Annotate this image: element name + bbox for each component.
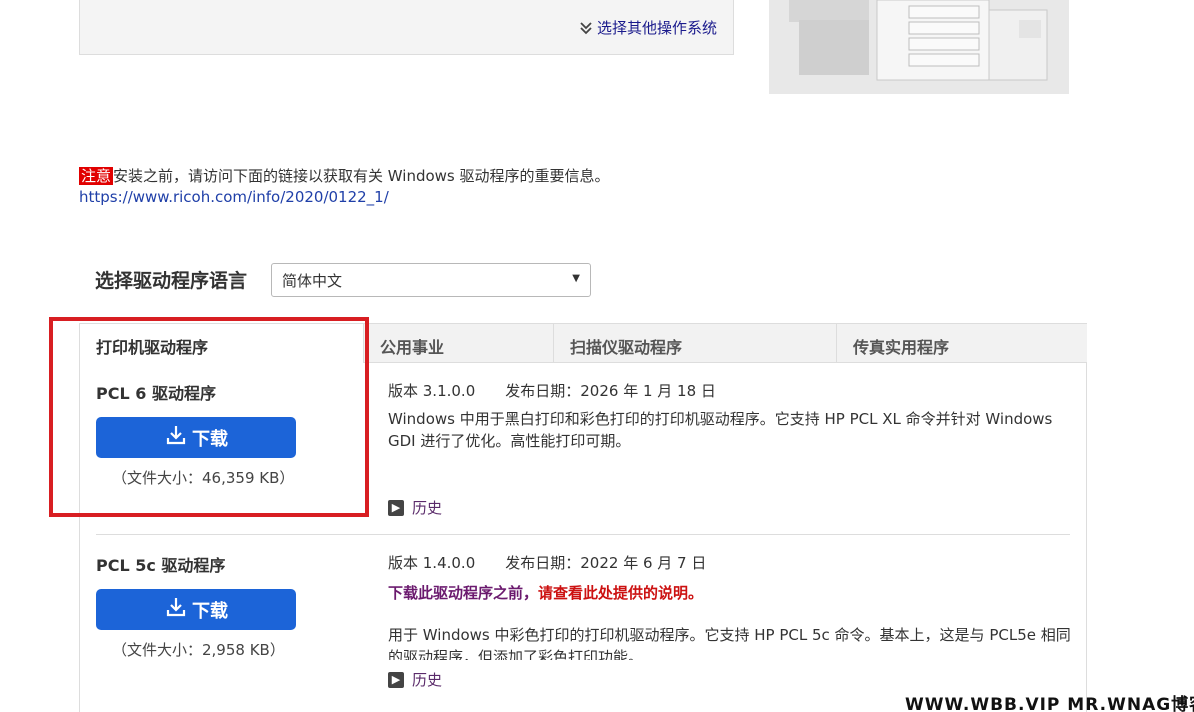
warning-part1: 下载此驱动程序之前， bbox=[388, 584, 539, 602]
notice-message: 安装之前，请访问下面的链接以获取有关 Windows 驱动程序的重要信息。 bbox=[113, 167, 610, 185]
dropdown-caret-icon: ▼ bbox=[572, 273, 580, 284]
driver-language-label: 选择驱动程序语言 bbox=[95, 270, 248, 292]
driver-version-info: 版本 3.1.0.0 发布日期：2026 年 1 月 18 日 bbox=[388, 380, 716, 401]
driver-version: 版本 3.1.0.0 bbox=[388, 382, 476, 400]
driver-description: 用于 Windows 中彩色打印的打印机驱动程序。它支持 HP PCL 5c 命… bbox=[388, 626, 1071, 660]
chevron-right-icon: ▶ bbox=[388, 499, 404, 516]
driver-warning[interactable]: 下载此驱动程序之前，请查看此处提供的说明。 bbox=[388, 582, 703, 603]
other-os-link[interactable]: 选择其他操作系统 bbox=[579, 17, 717, 38]
driver-description: Windows 中用于黑白打印和彩色打印的打印机驱动程序。它支持 HP PCL … bbox=[388, 410, 1053, 450]
release-date: 发布日期：2026 年 1 月 18 日 bbox=[505, 382, 716, 400]
driver-language-value: 简体中文 bbox=[282, 272, 343, 290]
driver-description-clip: 用于 Windows 中彩色打印的打印机驱动程序。它支持 HP PCL 5c 命… bbox=[388, 624, 1078, 660]
chevron-right-icon: ▶ bbox=[388, 671, 404, 688]
file-size: （文件大小：2,958 KB） bbox=[112, 641, 285, 659]
driver-name: PCL 5c 驱动程序 bbox=[96, 556, 226, 575]
tab-fax-utilities[interactable]: 传真实用程序 bbox=[836, 324, 1087, 363]
row-divider bbox=[96, 534, 1070, 535]
download-label: 下载 bbox=[192, 600, 228, 622]
tab-scanner-drivers[interactable]: 扫描仪驱动程序 bbox=[553, 324, 836, 363]
notice-text: 注意 安装之前，请访问下面的链接以获取有关 Windows 驱动程序的重要信息。 bbox=[79, 166, 610, 186]
warning-link[interactable]: 请查看此处提供的说明。 bbox=[538, 584, 703, 602]
download-icon bbox=[164, 595, 188, 624]
tab-utilities[interactable]: 公用事业 bbox=[363, 324, 554, 363]
history-link[interactable]: ▶ 历史 bbox=[388, 497, 442, 518]
highlight-box bbox=[49, 317, 369, 517]
history-link[interactable]: ▶ 历史 bbox=[388, 669, 442, 690]
driver-version: 版本 1.4.0.0 bbox=[388, 554, 476, 572]
printer-product-image bbox=[769, 0, 1069, 94]
other-os-label: 选择其他操作系统 bbox=[596, 19, 717, 37]
driver-version-info: 版本 1.4.0.0 发布日期：2022 年 6 月 7 日 bbox=[388, 552, 706, 573]
history-label: 历史 bbox=[412, 499, 443, 517]
release-date: 发布日期：2022 年 6 月 7 日 bbox=[505, 554, 707, 572]
driver-language-select[interactable]: 简体中文 ▼ bbox=[271, 263, 591, 297]
download-button[interactable]: 下载 bbox=[96, 589, 296, 630]
watermark-text: WWW.WBB.VIP MR.WNAG博客 bbox=[905, 695, 1194, 712]
double-chevron-down-icon bbox=[579, 21, 593, 35]
notice-tag: 注意 bbox=[79, 167, 114, 185]
os-selection-box: 选择其他操作系统 bbox=[79, 0, 734, 55]
history-label: 历史 bbox=[412, 671, 443, 689]
notice-link[interactable]: https://www.ricoh.com/info/2020/0122_1/ bbox=[79, 188, 389, 206]
